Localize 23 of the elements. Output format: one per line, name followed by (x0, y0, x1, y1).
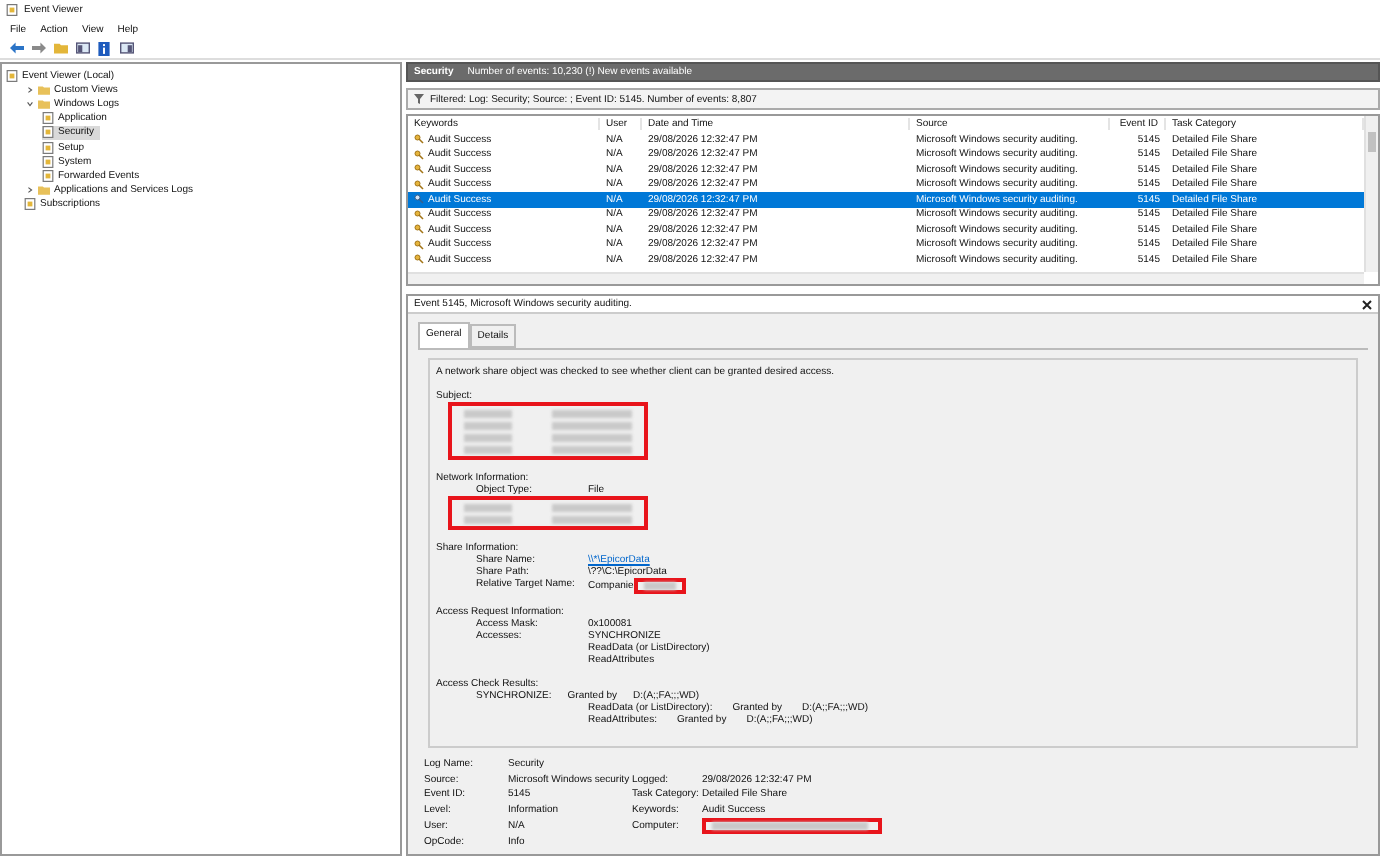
log-icon (6, 69, 18, 82)
horizontal-scrollbar[interactable] (408, 272, 1364, 284)
key-icon (414, 224, 424, 235)
panel-icon[interactable] (74, 40, 90, 56)
help-icon[interactable] (96, 40, 112, 56)
back-icon[interactable] (8, 40, 24, 56)
folder-icon (38, 184, 50, 197)
log-icon (24, 198, 36, 211)
forward-icon[interactable] (30, 40, 46, 56)
key-icon (414, 134, 424, 145)
redaction-highlight (633, 578, 686, 594)
key-icon (414, 254, 424, 265)
key-icon (414, 149, 424, 160)
panel-icon[interactable] (118, 40, 134, 56)
chevron-icon[interactable] (25, 186, 33, 195)
key-icon (414, 209, 424, 220)
magnifier-icon (414, 194, 424, 205)
vertical-scrollbar[interactable] (1364, 116, 1378, 272)
key-icon (414, 179, 424, 190)
key-icon (414, 164, 424, 175)
key-icon (414, 239, 424, 250)
filter-icon (414, 94, 424, 104)
close-icon[interactable] (1362, 299, 1372, 309)
